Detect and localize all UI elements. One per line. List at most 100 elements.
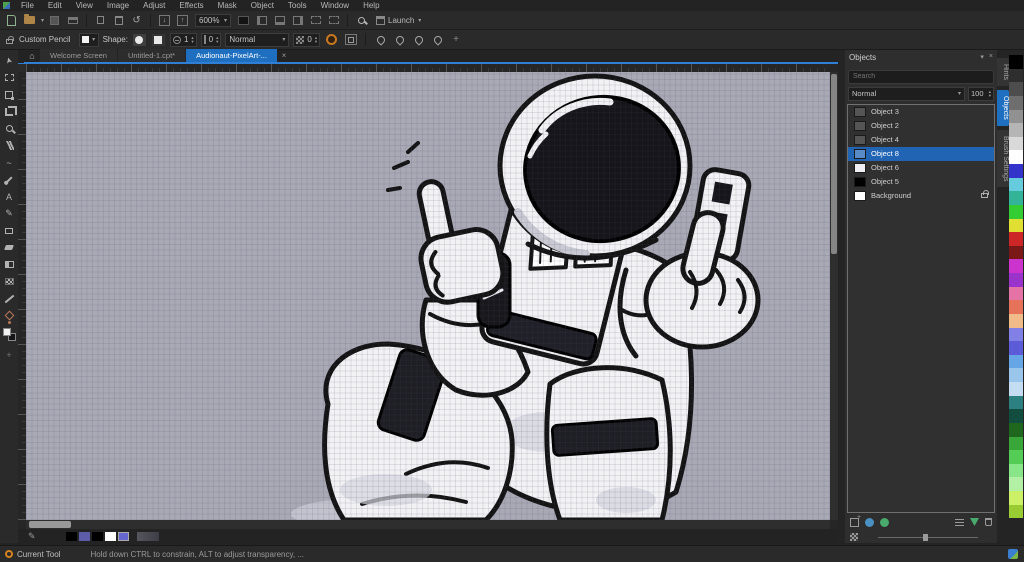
- menu-item[interactable]: Help: [356, 1, 386, 10]
- new-mask-button[interactable]: [880, 518, 889, 527]
- add-tool-button[interactable]: +: [6, 350, 11, 360]
- search-content-button[interactable]: [354, 13, 369, 28]
- palette-color-swatch[interactable]: [1009, 341, 1023, 355]
- docker-close-icon[interactable]: ×: [989, 53, 993, 61]
- crop-tool[interactable]: [0, 103, 18, 120]
- menu-item[interactable]: Mask: [211, 1, 244, 10]
- menu-item[interactable]: Adjust: [136, 1, 172, 10]
- line-tool[interactable]: [0, 290, 18, 307]
- home-icon[interactable]: ⌂: [24, 49, 40, 62]
- docker-tab[interactable]: Brush Settings: [997, 130, 1009, 188]
- launch-button[interactable]: Launch ▾: [372, 16, 425, 25]
- palette-color-swatch[interactable]: [1009, 505, 1023, 519]
- palette-color-swatch[interactable]: [1009, 150, 1023, 164]
- menu-item[interactable]: Edit: [41, 1, 69, 10]
- palette-color-swatch[interactable]: [1009, 314, 1023, 328]
- nib-preview-select[interactable]: ▾: [79, 33, 99, 47]
- palette-color-swatch[interactable]: [1009, 55, 1023, 69]
- palette-color-swatch[interactable]: [1009, 246, 1023, 260]
- fill-tool[interactable]: [0, 307, 18, 324]
- export-button[interactable]: ↑: [175, 13, 190, 28]
- delete-object-button[interactable]: [985, 518, 992, 526]
- palette-color-swatch[interactable]: [1009, 191, 1023, 205]
- palette-color-swatch[interactable]: [1009, 396, 1023, 410]
- object-transparency-tool[interactable]: [0, 256, 18, 273]
- layer-row[interactable]: Object 6: [848, 161, 994, 175]
- toolbars-toggle-button[interactable]: [290, 13, 305, 28]
- palette-color-swatch[interactable]: [1009, 464, 1023, 478]
- brush-option-3-button[interactable]: [411, 32, 426, 47]
- clone-tool[interactable]: [0, 137, 18, 154]
- horizontal-scrollbar[interactable]: [26, 520, 830, 529]
- blend-mode-select[interactable]: Normal ▾: [848, 87, 965, 101]
- palette-color-swatch[interactable]: [1009, 82, 1023, 96]
- menu-item[interactable]: File: [14, 1, 41, 10]
- thumbnail-size-slider[interactable]: [878, 537, 978, 538]
- palette-color-swatch[interactable]: [1009, 491, 1023, 505]
- palette-color-swatch[interactable]: [1009, 355, 1023, 369]
- open-button[interactable]: [22, 13, 37, 28]
- palette-color-swatch[interactable]: [1009, 259, 1023, 273]
- open-chevron-icon[interactable]: ▾: [41, 17, 44, 24]
- zoom-tool[interactable]: [0, 120, 18, 137]
- foreground-color-swatch[interactable]: [3, 328, 11, 336]
- new-object-button[interactable]: [850, 518, 859, 527]
- frame-button-2[interactable]: [326, 13, 341, 28]
- smear-tool[interactable]: ~: [0, 154, 18, 171]
- brush-option-1-button[interactable]: [373, 32, 388, 47]
- texture-stepper[interactable]: ▴▾: [315, 36, 317, 44]
- palette-color-swatch[interactable]: [1009, 382, 1023, 396]
- texture-field[interactable]: 0 ▴▾: [293, 33, 320, 47]
- paste-button[interactable]: [111, 13, 126, 28]
- menu-item[interactable]: Window: [314, 1, 356, 10]
- layer-row[interactable]: Object 8: [848, 147, 994, 161]
- nib-size-stepper[interactable]: ▴▾: [191, 36, 193, 44]
- color-control[interactable]: [0, 326, 18, 344]
- rectangle-mask-tool[interactable]: [0, 69, 18, 86]
- eraser-tool[interactable]: [0, 239, 18, 256]
- recent-color-swatch[interactable]: [92, 532, 103, 541]
- menu-item[interactable]: Image: [100, 1, 136, 10]
- image-sprayer-tool[interactable]: [0, 273, 18, 290]
- document-tab[interactable]: Audionaut-PixelArt-...: [186, 49, 277, 62]
- docker-menu-icon[interactable]: ▾: [980, 53, 984, 61]
- import-button[interactable]: ↓: [157, 13, 172, 28]
- vertical-scrollbar[interactable]: [830, 72, 838, 520]
- recent-color-swatch[interactable]: [79, 532, 90, 541]
- recent-color-swatch[interactable]: [118, 532, 129, 541]
- palette-color-swatch[interactable]: [1009, 300, 1023, 314]
- palette-color-swatch[interactable]: [1009, 96, 1023, 110]
- palette-color-swatch[interactable]: [1009, 219, 1023, 233]
- opacity-spinner[interactable]: 100 ▴▾: [968, 87, 994, 101]
- zoom-level-select[interactable]: 600% ▾: [195, 14, 231, 27]
- docker-tab[interactable]: Objects: [997, 90, 1009, 126]
- recent-color-swatch[interactable]: [105, 532, 116, 541]
- palette-color-swatch[interactable]: [1009, 409, 1023, 423]
- recent-color-swatch[interactable]: [66, 532, 77, 541]
- palette-color-swatch[interactable]: [1009, 69, 1023, 83]
- palette-color-swatch[interactable]: [1009, 123, 1023, 137]
- menu-item[interactable]: View: [69, 1, 100, 10]
- full-screen-preview-button[interactable]: [236, 13, 251, 28]
- docker-tab[interactable]: Hints: [997, 58, 1009, 86]
- palette-color-swatch[interactable]: [1009, 437, 1023, 451]
- square-nib-button[interactable]: [151, 33, 166, 47]
- tab-close-button[interactable]: ×: [278, 49, 290, 62]
- layer-row[interactable]: Background: [848, 189, 994, 203]
- eyedropper-tool[interactable]: [0, 171, 18, 188]
- document-tab[interactable]: Welcome Screen: [40, 49, 117, 62]
- palette-color-swatch[interactable]: [1009, 423, 1023, 437]
- merge-objects-button[interactable]: [970, 518, 979, 526]
- object-properties-button[interactable]: [955, 518, 964, 526]
- palette-color-swatch[interactable]: [1009, 137, 1023, 151]
- rulers-toggle-button[interactable]: [272, 13, 287, 28]
- palette-color-swatch[interactable]: [1009, 273, 1023, 287]
- palette-color-swatch[interactable]: [1009, 287, 1023, 301]
- brush-option-4-button[interactable]: [430, 32, 445, 47]
- layer-row[interactable]: Object 5: [848, 175, 994, 189]
- text-tool[interactable]: A: [0, 188, 18, 205]
- canvas-viewport[interactable]: [26, 72, 830, 520]
- palette-color-swatch[interactable]: [1009, 232, 1023, 246]
- transparency-stepper[interactable]: ▴▾: [216, 36, 218, 44]
- palette-color-swatch[interactable]: [1009, 477, 1023, 491]
